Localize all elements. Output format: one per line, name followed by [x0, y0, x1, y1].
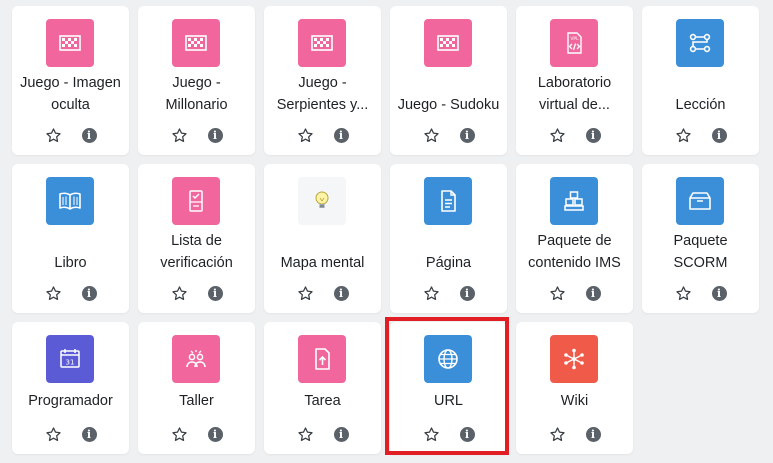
globe-icon — [424, 335, 472, 383]
star-icon[interactable] — [45, 426, 62, 443]
lightbulb-icon — [298, 177, 346, 225]
star-icon[interactable] — [549, 285, 566, 302]
activity-label-line1: Laboratorio — [537, 75, 612, 91]
activity-label: Libro — [54, 255, 87, 271]
info-icon[interactable]: i — [711, 285, 727, 301]
box-icon — [676, 177, 724, 225]
star-icon[interactable] — [423, 127, 440, 144]
activity-label: Wiki — [560, 393, 589, 409]
activity-label-line1: Paquete de — [537, 233, 612, 249]
network-icon — [550, 335, 598, 383]
activity-label-line2: virtual de... — [539, 97, 610, 113]
activity-label-line2: Millonario — [165, 97, 228, 113]
star-icon[interactable] — [675, 127, 692, 144]
star-icon[interactable] — [45, 285, 62, 302]
info-icon[interactable]: i — [207, 285, 223, 301]
activity-card-juego-millonario[interactable]: Juego - Millonario i — [138, 6, 255, 155]
info-icon[interactable]: i — [333, 285, 349, 301]
activity-card-wiki[interactable]: Wiki i — [516, 322, 633, 454]
activity-label-line1: Lista de — [171, 233, 222, 249]
vpl-code-icon: VPL — [550, 19, 598, 67]
checklist-icon — [172, 177, 220, 225]
info-icon[interactable]: i — [333, 426, 349, 442]
activity-label-line1: Juego - — [298, 75, 347, 91]
activity-label-line2: verificación — [160, 255, 233, 271]
book-icon — [46, 177, 94, 225]
activity-label: Programador — [28, 393, 113, 409]
star-icon[interactable] — [549, 127, 566, 144]
info-icon[interactable]: i — [585, 127, 601, 143]
star-icon[interactable] — [297, 127, 314, 144]
star-icon[interactable] — [171, 285, 188, 302]
activity-card-programador[interactable]: 31 Programador i — [12, 322, 129, 454]
puzzle-icon — [46, 19, 94, 67]
activity-label: Taller — [179, 393, 214, 409]
star-icon[interactable] — [549, 426, 566, 443]
upload-file-icon — [298, 335, 346, 383]
puzzle-icon — [424, 19, 472, 67]
star-icon[interactable] — [297, 426, 314, 443]
activity-label-line2: Serpientes y... — [276, 97, 369, 113]
activity-label-line1: Juego - — [172, 75, 221, 91]
info-icon[interactable]: i — [459, 127, 475, 143]
info-icon[interactable]: i — [333, 127, 349, 143]
star-icon[interactable] — [171, 426, 188, 443]
activity-card-juego-imagen-oculta[interactable]: Juego - Imagen oculta i — [12, 6, 129, 155]
puzzle-icon — [172, 19, 220, 67]
activity-card-libro[interactable]: Libro i — [12, 164, 129, 313]
activity-label: Juego - Sudoku — [397, 97, 500, 113]
activity-label-line2: contenido IMS — [528, 255, 621, 271]
info-icon[interactable]: i — [81, 285, 97, 301]
activity-label: Tarea — [304, 393, 341, 409]
activity-card-pagina[interactable]: Página i — [390, 164, 507, 313]
activity-label: URL — [433, 393, 463, 409]
package-blocks-icon — [550, 177, 598, 225]
star-icon[interactable] — [675, 285, 692, 302]
activity-card-leccion[interactable]: Lección i — [642, 6, 759, 155]
activity-card-mapa-mental[interactable]: Mapa mental i — [264, 164, 381, 313]
activity-grid: Juego - Imagen oculta i Juego - Millonar… — [0, 0, 773, 463]
activity-card-juego-serpientes[interactable]: Juego - Serpientes y... i — [264, 6, 381, 155]
page-icon — [424, 177, 472, 225]
workshop-icon — [172, 335, 220, 383]
info-icon[interactable]: i — [207, 426, 223, 442]
activity-card-tarea[interactable]: Tarea i — [264, 322, 381, 454]
info-icon[interactable]: i — [81, 127, 97, 143]
puzzle-icon — [298, 19, 346, 67]
activity-label: Mapa mental — [280, 255, 365, 271]
info-icon[interactable]: i — [459, 285, 475, 301]
info-icon[interactable]: i — [585, 285, 601, 301]
activity-card-paquete-scorm[interactable]: Paquete SCORM i — [642, 164, 759, 313]
flow-lesson-icon — [676, 19, 724, 67]
info-icon[interactable]: i — [459, 426, 475, 442]
activity-card-url[interactable]: URL i — [390, 322, 507, 454]
calendar-icon: 31 — [46, 335, 94, 383]
activity-card-laboratorio-virtual[interactable]: VPL Laboratorio virtual de... i — [516, 6, 633, 155]
activity-label: Página — [425, 255, 472, 271]
star-icon[interactable] — [297, 285, 314, 302]
activity-label-line2: SCORM — [673, 255, 728, 271]
info-icon[interactable]: i — [207, 127, 223, 143]
activity-card-taller[interactable]: Taller i — [138, 322, 255, 454]
activity-card-paquete-ims[interactable]: Paquete de contenido IMS i — [516, 164, 633, 313]
info-icon[interactable]: i — [585, 426, 601, 442]
svg-text:31: 31 — [66, 359, 75, 367]
info-icon[interactable]: i — [711, 127, 727, 143]
star-icon[interactable] — [423, 426, 440, 443]
activity-card-lista-verificacion[interactable]: Lista de verificación i — [138, 164, 255, 313]
star-icon[interactable] — [45, 127, 62, 144]
svg-text:VPL: VPL — [570, 36, 579, 42]
star-icon[interactable] — [171, 127, 188, 144]
activity-card-juego-sudoku[interactable]: Juego - Sudoku i — [390, 6, 507, 155]
activity-label-line2: oculta — [51, 97, 90, 113]
activity-label-line1: Juego - Imagen — [20, 75, 121, 91]
activity-label: Lección — [675, 97, 726, 113]
info-icon[interactable]: i — [81, 426, 97, 442]
activity-label-line1: Paquete — [673, 233, 728, 249]
star-icon[interactable] — [423, 285, 440, 302]
